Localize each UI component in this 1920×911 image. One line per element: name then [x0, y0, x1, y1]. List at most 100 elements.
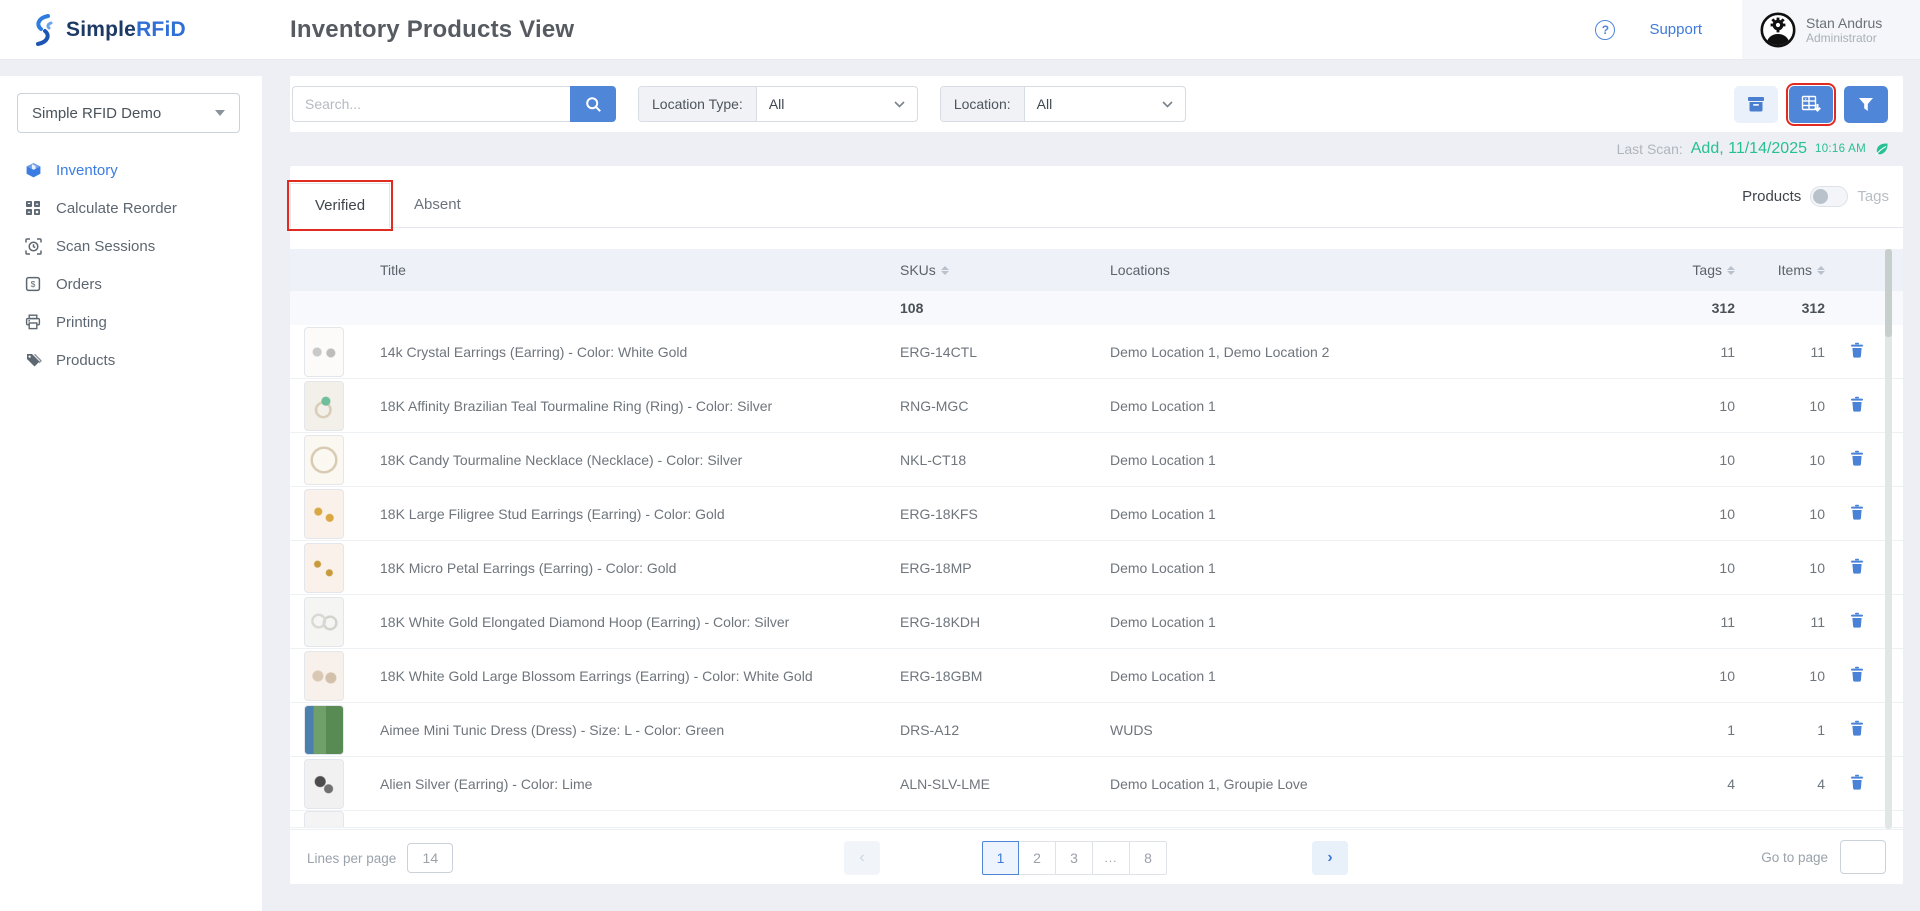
product-thumbnail	[304, 651, 344, 701]
delete-row-button[interactable]	[1848, 394, 1866, 417]
cell-locations: Demo Location 1	[1110, 398, 1645, 414]
last-scan-value: Add, 11/14/2025	[1691, 140, 1807, 158]
last-scan-label: Last Scan:	[1617, 141, 1683, 157]
delete-row-button[interactable]	[1848, 556, 1866, 579]
table-scrollbar[interactable]	[1885, 249, 1892, 829]
trash-icon	[1850, 558, 1864, 574]
caret-down-icon	[215, 110, 225, 116]
export-excel-button[interactable]: x	[1789, 86, 1833, 123]
location-type-value: All	[769, 96, 785, 112]
table-row[interactable]: Alien Silver (Earring) - Color: Lime ALN…	[290, 757, 1903, 811]
table-row[interactable]: 18K Micro Petal Earrings (Earring) - Col…	[290, 541, 1903, 595]
tab-absent[interactable]: Absent	[390, 182, 485, 227]
toggle-label-tags: Tags	[1857, 188, 1889, 205]
delete-row-button[interactable]	[1848, 664, 1866, 687]
top-header: SimpleRFiD Inventory Products View ? Sup…	[0, 0, 1920, 60]
user-menu[interactable]: Stan Andrus Administrator	[1742, 0, 1920, 59]
column-header-items[interactable]: Items	[1735, 262, 1825, 278]
product-thumbnail	[304, 543, 344, 593]
help-icon[interactable]: ?	[1595, 20, 1615, 40]
summary-items: 312	[1735, 300, 1825, 316]
sidebar-item-products[interactable]: Products	[0, 341, 262, 379]
table-row[interactable]: Aimee Mini Tunic Dress (Dress) - Size: L…	[290, 703, 1903, 757]
search-input[interactable]	[292, 86, 570, 122]
tab-row: Verified Absent Products Tags	[290, 166, 1903, 228]
cell-locations: Demo Location 1	[1110, 668, 1645, 684]
delete-row-button[interactable]	[1848, 340, 1866, 363]
lines-per-page-input[interactable]	[407, 843, 453, 873]
cell-tags: 10	[1645, 452, 1735, 468]
products-tags-switch[interactable]	[1810, 186, 1848, 207]
sidebar-item-printing[interactable]: Printing	[0, 303, 262, 341]
column-header-tags[interactable]: Tags	[1645, 262, 1735, 278]
table-row[interactable]: 14k Crystal Earrings (Earring) - Color: …	[290, 325, 1903, 379]
cell-tags: 4	[1645, 776, 1735, 792]
products-tags-toggle-group: Products Tags	[1742, 186, 1889, 207]
pagination-bar: Lines per page ‹ 1 2 3 ... 8 › Go to pag…	[290, 829, 1903, 884]
app-logo[interactable]: SimpleRFiD	[0, 13, 262, 47]
delete-row-button[interactable]	[1848, 718, 1866, 741]
delete-row-button[interactable]	[1848, 448, 1866, 471]
table-row[interactable]: 18K White Gold Large Blossom Earrings (E…	[290, 649, 1903, 703]
go-to-page-input[interactable]	[1840, 840, 1886, 874]
next-page-button[interactable]: ›	[1312, 841, 1348, 875]
search-button[interactable]	[570, 86, 616, 122]
printer-icon	[24, 313, 42, 331]
page-button-2[interactable]: 2	[1019, 841, 1056, 875]
page-button-3[interactable]: 3	[1056, 841, 1093, 875]
product-thumbnail	[304, 489, 344, 539]
table-row[interactable]: 18K Large Filigree Stud Earrings (Earrin…	[290, 487, 1903, 541]
table-row[interactable]: 18K Affinity Brazilian Teal Tourmaline R…	[290, 379, 1903, 433]
sidebar-item-orders[interactable]: $ Orders	[0, 265, 262, 303]
column-header-skus[interactable]: SKUs	[900, 262, 1110, 278]
cell-title: 18K Candy Tourmaline Necklace (Necklace)…	[380, 452, 900, 468]
scrollbar-thumb[interactable]	[1885, 249, 1892, 337]
page-ellipsis: ...	[1093, 841, 1130, 875]
cell-sku: DRS-A12	[900, 722, 1110, 738]
cell-sku: ERG-18KFS	[900, 506, 1110, 522]
cell-tags: 1	[1645, 722, 1735, 738]
trash-icon	[1850, 666, 1864, 682]
page-button-8[interactable]: 8	[1130, 841, 1167, 875]
previous-page-button[interactable]: ‹	[844, 841, 880, 875]
delete-row-button[interactable]	[1848, 502, 1866, 525]
column-header-title[interactable]: Title	[380, 262, 900, 278]
support-link[interactable]: Support	[1649, 21, 1702, 38]
tab-verified[interactable]: Verified	[290, 183, 390, 228]
product-thumbnail	[304, 705, 344, 755]
product-thumbnail	[304, 811, 344, 828]
product-thumbnail	[304, 597, 344, 647]
cell-title: Aimee Mini Tunic Dress (Dress) - Size: L…	[380, 722, 900, 738]
chevron-down-icon	[1162, 101, 1173, 108]
sidebar-item-label: Products	[56, 352, 115, 369]
sort-icon	[1727, 266, 1735, 275]
filter-button[interactable]	[1844, 86, 1888, 123]
reorder-grid-icon	[24, 199, 42, 217]
sidebar-item-scan-sessions[interactable]: Scan Sessions	[0, 227, 262, 265]
location-type-label: Location Type:	[639, 87, 757, 121]
archive-button[interactable]	[1734, 86, 1778, 123]
delete-row-button[interactable]	[1848, 772, 1866, 795]
location-filter[interactable]: Location: All	[940, 86, 1186, 122]
sidebar-item-inventory[interactable]: Inventory	[0, 151, 262, 189]
last-scan-bar: Last Scan: Add, 11/14/2025 10:16 AM	[290, 132, 1903, 166]
trash-icon	[1850, 774, 1864, 790]
cell-title: Alien Silver (Earring) - Color: Lime	[380, 776, 900, 792]
organization-selector[interactable]: Simple RFID Demo	[17, 93, 240, 133]
sidebar-item-calculate-reorder[interactable]: Calculate Reorder	[0, 189, 262, 227]
page-button-1[interactable]: 1	[982, 841, 1019, 875]
leaf-icon	[1874, 142, 1889, 156]
svg-text:$: $	[31, 279, 36, 289]
cell-tags: 10	[1645, 506, 1735, 522]
go-to-page-label: Go to page	[1761, 850, 1828, 865]
table-row[interactable]: 18K White Gold Elongated Diamond Hoop (E…	[290, 595, 1903, 649]
delete-row-button[interactable]	[1848, 610, 1866, 633]
table-row[interactable]: 18K Candy Tourmaline Necklace (Necklace)…	[290, 433, 1903, 487]
page-title: Inventory Products View	[290, 16, 574, 44]
controls-bar: Location Type: All Location: All x	[290, 76, 1903, 132]
archive-box-icon	[1747, 96, 1765, 112]
column-header-locations[interactable]: Locations	[1110, 262, 1645, 278]
cell-title: 18K White Gold Elongated Diamond Hoop (E…	[380, 614, 900, 630]
cell-sku: ALN-SLV-LME	[900, 776, 1110, 792]
location-type-filter[interactable]: Location Type: All	[638, 86, 918, 122]
